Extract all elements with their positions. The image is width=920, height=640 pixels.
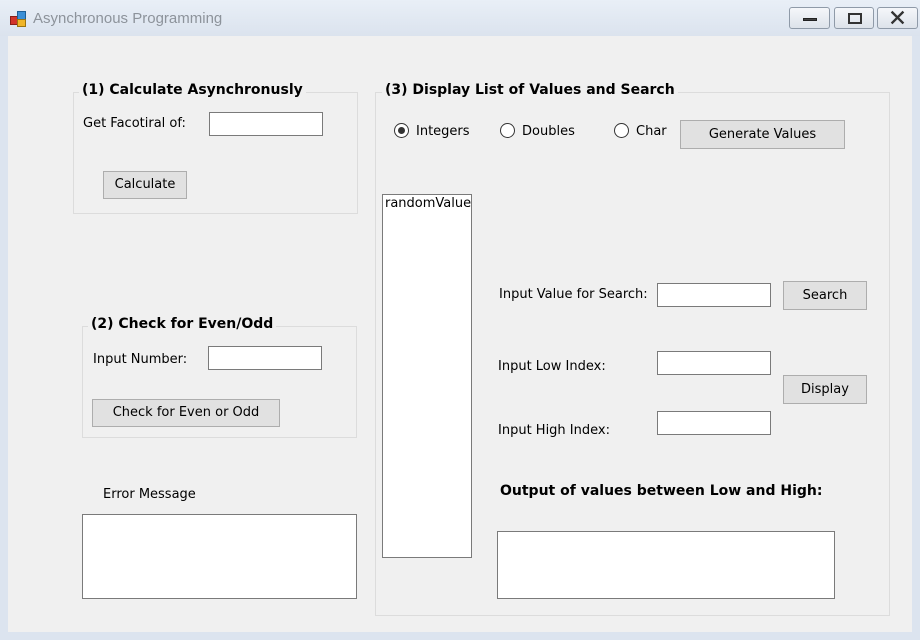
number-label: Input Number:	[93, 352, 188, 367]
search-input[interactable]	[657, 283, 771, 307]
display-button[interactable]: Display	[783, 375, 867, 404]
radio-integers-label[interactable]: Integers	[416, 124, 470, 139]
high-index-input[interactable]	[657, 411, 771, 435]
output-box[interactable]	[497, 531, 835, 599]
radio-doubles-label[interactable]: Doubles	[522, 124, 575, 139]
close-icon	[890, 10, 905, 25]
minimize-icon	[803, 18, 817, 21]
form-client-area: (1) Calculate Asynchronusly Get Facotira…	[8, 36, 912, 632]
app-icon	[10, 11, 26, 27]
low-index-label: Input Low Index:	[498, 359, 606, 374]
groupbox-even-odd-title: (2) Check for Even/Odd	[88, 316, 277, 332]
generate-values-button[interactable]: Generate Values	[680, 120, 845, 149]
factorial-label: Get Facotiral of:	[83, 116, 186, 131]
radio-char[interactable]	[614, 123, 629, 138]
groupbox-calculate-title: (1) Calculate Asynchronusly	[79, 82, 306, 98]
radio-char-label[interactable]: Char	[636, 124, 667, 139]
high-index-label: Input High Index:	[498, 423, 610, 438]
low-index-input[interactable]	[657, 351, 771, 375]
radio-integers[interactable]	[394, 123, 409, 138]
groupbox-list-search-title: (3) Display List of Values and Search	[382, 82, 678, 98]
search-label: Input Value for Search:	[499, 287, 648, 302]
error-message-box[interactable]	[82, 514, 357, 599]
output-label: Output of values between Low and High:	[500, 483, 823, 499]
maximize-icon	[848, 13, 862, 24]
list-item[interactable]: randomValue	[385, 196, 471, 211]
values-listbox[interactable]: randomValue	[382, 194, 472, 558]
number-input[interactable]	[208, 346, 322, 370]
title-bar[interactable]: Asynchronous Programming	[0, 0, 920, 36]
error-message-label: Error Message	[103, 487, 196, 502]
window-title: Asynchronous Programming	[33, 10, 223, 27]
maximize-button[interactable]	[834, 7, 874, 29]
close-button[interactable]	[877, 7, 918, 29]
calculate-button[interactable]: Calculate	[103, 171, 187, 199]
factorial-input[interactable]	[209, 112, 323, 136]
check-even-odd-button[interactable]: Check for Even or Odd	[92, 399, 280, 427]
search-button[interactable]: Search	[783, 281, 867, 310]
minimize-button[interactable]	[789, 7, 830, 29]
radio-doubles[interactable]	[500, 123, 515, 138]
